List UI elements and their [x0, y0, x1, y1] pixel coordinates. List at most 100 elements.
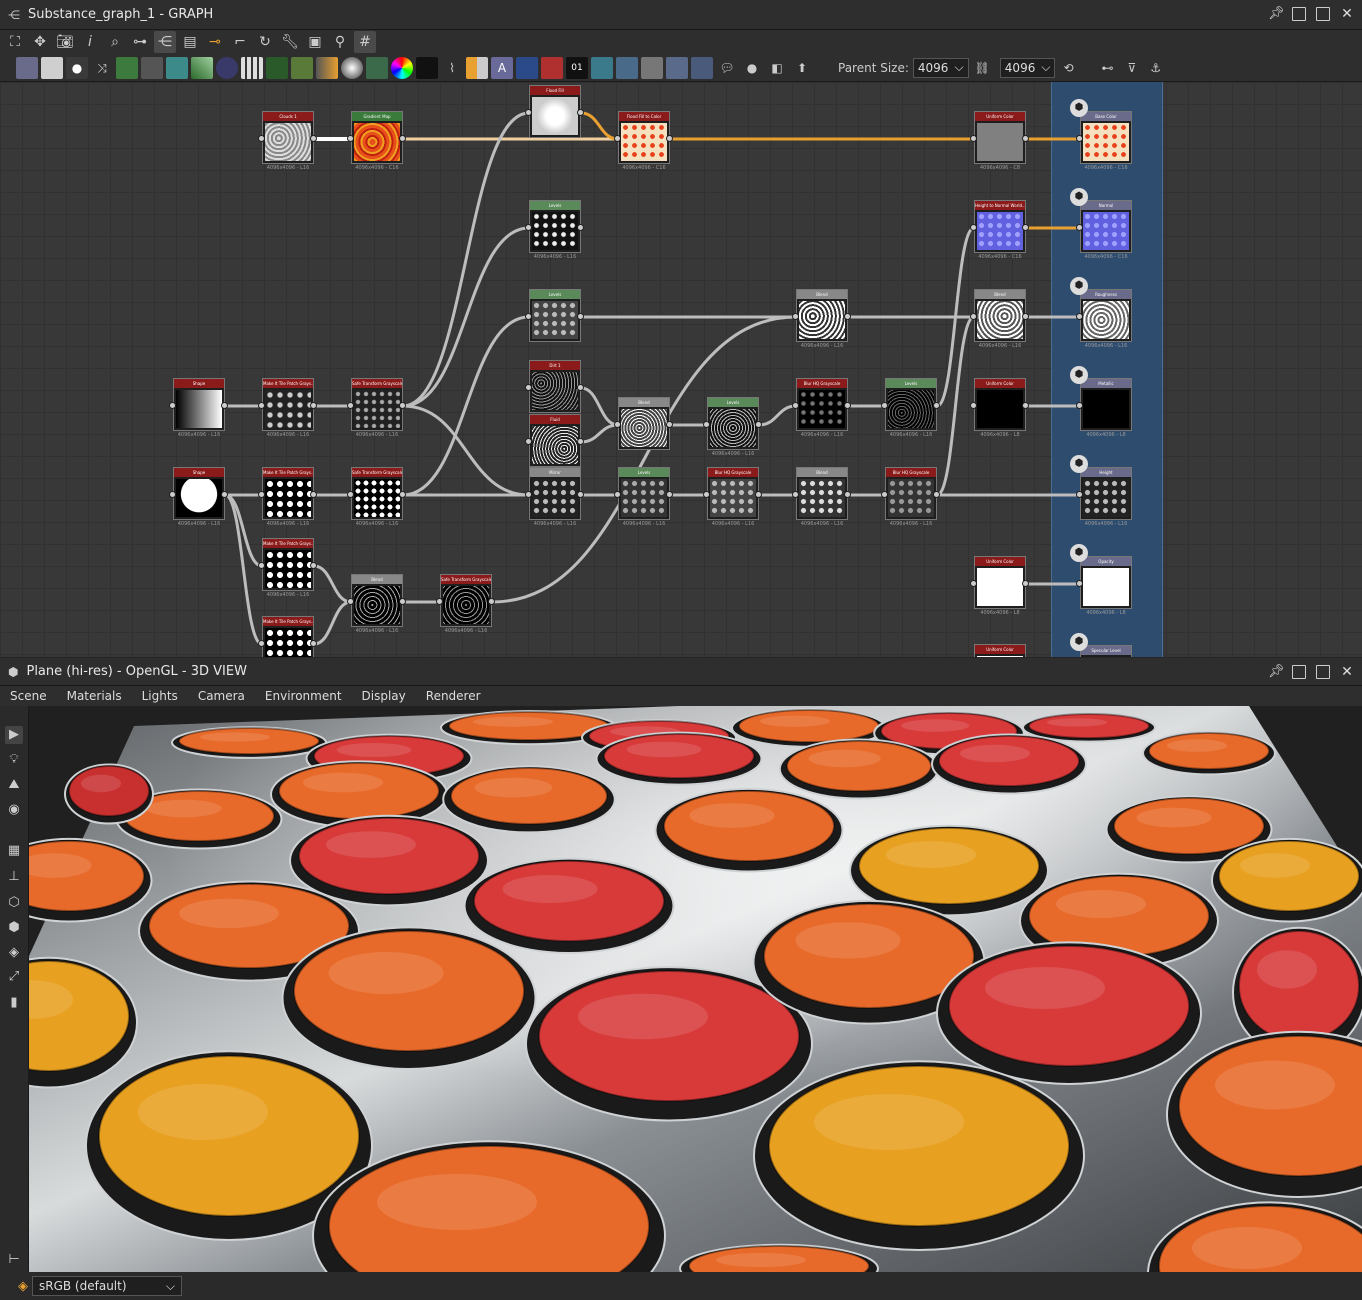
- grid-snap-icon[interactable]: #: [354, 31, 376, 53]
- input-port[interactable]: [970, 402, 977, 409]
- close-icon[interactable]: ✕: [1340, 665, 1354, 679]
- layers-icon[interactable]: ◈: [5, 944, 23, 962]
- output-port[interactable]: [844, 402, 851, 409]
- input-port[interactable]: [970, 224, 977, 231]
- info-icon[interactable]: i: [79, 31, 101, 53]
- node-blend_2[interactable]: Blend: [974, 289, 1026, 342]
- node-safe_transform_2[interactable]: Safe Transform Grayscale: [351, 467, 403, 520]
- colorspace-select[interactable]: sRGB (default) ⌵: [32, 1276, 182, 1296]
- layout-icon[interactable]: ▤: [179, 31, 201, 53]
- input-port[interactable]: [1076, 224, 1083, 231]
- output-port[interactable]: [310, 562, 317, 569]
- maximize-icon[interactable]: [1316, 7, 1330, 21]
- node-blend_5[interactable]: Blend: [351, 574, 403, 627]
- input-port[interactable]: [970, 580, 977, 587]
- output-port[interactable]: [310, 640, 317, 647]
- pin-node-icon[interactable]: ●: [741, 57, 763, 79]
- tile-node-icon[interactable]: [591, 56, 613, 79]
- anchor-icon[interactable]: ⚓︎: [1150, 61, 1161, 75]
- output-port[interactable]: [577, 384, 584, 391]
- menu-renderer[interactable]: Renderer: [426, 689, 481, 703]
- wrench-icon[interactable]: 🔧︎: [279, 31, 301, 53]
- parent-size-width-select[interactable]: 4096 ⌵: [912, 57, 969, 78]
- input-port[interactable]: [614, 491, 621, 498]
- pin-icon[interactable]: 📌︎: [1268, 665, 1285, 679]
- input-port[interactable]: [525, 438, 532, 445]
- cube-wire-icon[interactable]: ⬢: [5, 919, 23, 937]
- gradient-node-icon[interactable]: [191, 56, 213, 79]
- input-port[interactable]: [614, 421, 621, 428]
- shuffle-node-icon[interactable]: ⤨: [91, 56, 113, 79]
- spline-node-icon[interactable]: ⌇: [441, 56, 463, 79]
- refresh-icon[interactable]: ↻: [254, 31, 276, 53]
- transform-node-icon[interactable]: [516, 56, 538, 79]
- uv-grid-icon[interactable]: ▦: [5, 842, 23, 860]
- output-port[interactable]: [1022, 135, 1029, 142]
- output-port[interactable]: [666, 421, 673, 428]
- statistics-icon[interactable]: ▮: [5, 994, 23, 1012]
- screenshot-icon[interactable]: ◉: [5, 801, 23, 819]
- output-node-roughness[interactable]: Roughness: [1080, 289, 1132, 342]
- node-safe_transform_1[interactable]: Safe Transform Grayscale: [351, 378, 403, 431]
- input-port[interactable]: [703, 421, 710, 428]
- move-icon[interactable]: ✥: [29, 31, 51, 53]
- menu-lights[interactable]: Lights: [142, 689, 178, 703]
- pointer-node-icon[interactable]: ⬆: [791, 57, 813, 79]
- output-port[interactable]: [844, 313, 851, 320]
- input-port[interactable]: [1076, 580, 1083, 587]
- node-uniform_color_4[interactable]: Uniform Color: [974, 644, 1026, 657]
- node-uniform_color_2[interactable]: Uniform Color: [974, 378, 1026, 431]
- output-node-height[interactable]: Height: [1080, 467, 1132, 520]
- menu-materials[interactable]: Materials: [67, 689, 122, 703]
- link-orange-icon[interactable]: ⊸: [204, 31, 226, 53]
- output-node-opacity[interactable]: Opacity: [1080, 556, 1132, 609]
- input-port[interactable]: [614, 135, 621, 142]
- output-port[interactable]: [577, 109, 584, 116]
- output-node-metallic[interactable]: Metallic: [1080, 378, 1132, 431]
- paint-node-icon[interactable]: [291, 56, 313, 79]
- node-mirror[interactable]: Mirror: [529, 467, 581, 520]
- output-port[interactable]: [1022, 313, 1029, 320]
- reset-icon[interactable]: ⟲: [1063, 61, 1073, 75]
- input-port[interactable]: [258, 491, 265, 498]
- axis-icon[interactable]: ⊥: [5, 868, 23, 886]
- bucket-node-icon[interactable]: [541, 56, 563, 79]
- sphere-node-icon[interactable]: [341, 56, 363, 79]
- fx-node-icon[interactable]: 01: [566, 56, 588, 79]
- input-port[interactable]: [347, 135, 354, 142]
- input-port[interactable]: [1076, 135, 1083, 142]
- connect-icon[interactable]: ⊷: [1102, 61, 1114, 75]
- bitmap-node-icon[interactable]: [16, 56, 38, 79]
- pixel-node-icon[interactable]: [616, 56, 638, 79]
- output-port[interactable]: [577, 224, 584, 231]
- input-port[interactable]: [525, 313, 532, 320]
- mirror-node-icon[interactable]: [466, 56, 488, 79]
- input-port[interactable]: [703, 491, 710, 498]
- node-blur_hq_2[interactable]: Blur HQ Grayscale: [707, 467, 759, 520]
- maximize-icon[interactable]: [1316, 665, 1330, 679]
- output-port[interactable]: [933, 491, 940, 498]
- scene-tree-icon[interactable]: ⊢: [5, 1251, 23, 1269]
- environment-icon[interactable]: ⛰︎: [5, 776, 23, 794]
- curve-node-icon[interactable]: [116, 56, 138, 79]
- restore-icon[interactable]: [1292, 7, 1306, 21]
- output-node-specular[interactable]: Specular Level: [1080, 645, 1132, 657]
- node-clouds1[interactable]: Clouds 1: [262, 111, 314, 164]
- output-port[interactable]: [310, 402, 317, 409]
- link-elbow-icon[interactable]: ⌐: [229, 31, 251, 53]
- node-levels_4[interactable]: Levels: [885, 378, 937, 431]
- output-port[interactable]: [1022, 402, 1029, 409]
- output-port[interactable]: [221, 491, 228, 498]
- node-levels_1[interactable]: Levels: [529, 200, 581, 253]
- cube-window-icon[interactable]: ⬢: [8, 665, 18, 679]
- output-node-icon[interactable]: [691, 56, 713, 79]
- input-port[interactable]: [258, 562, 265, 569]
- output-port[interactable]: [488, 598, 495, 605]
- output-port[interactable]: [399, 402, 406, 409]
- histogram-node-icon[interactable]: [366, 56, 388, 79]
- input-port[interactable]: [258, 402, 265, 409]
- node-tile_sampler_2[interactable]: Make It Tile Patch Grays...: [262, 467, 314, 520]
- grid-node-icon[interactable]: [241, 56, 263, 79]
- frame-node-icon[interactable]: [641, 56, 663, 79]
- node-shape_1[interactable]: Shape: [173, 378, 225, 431]
